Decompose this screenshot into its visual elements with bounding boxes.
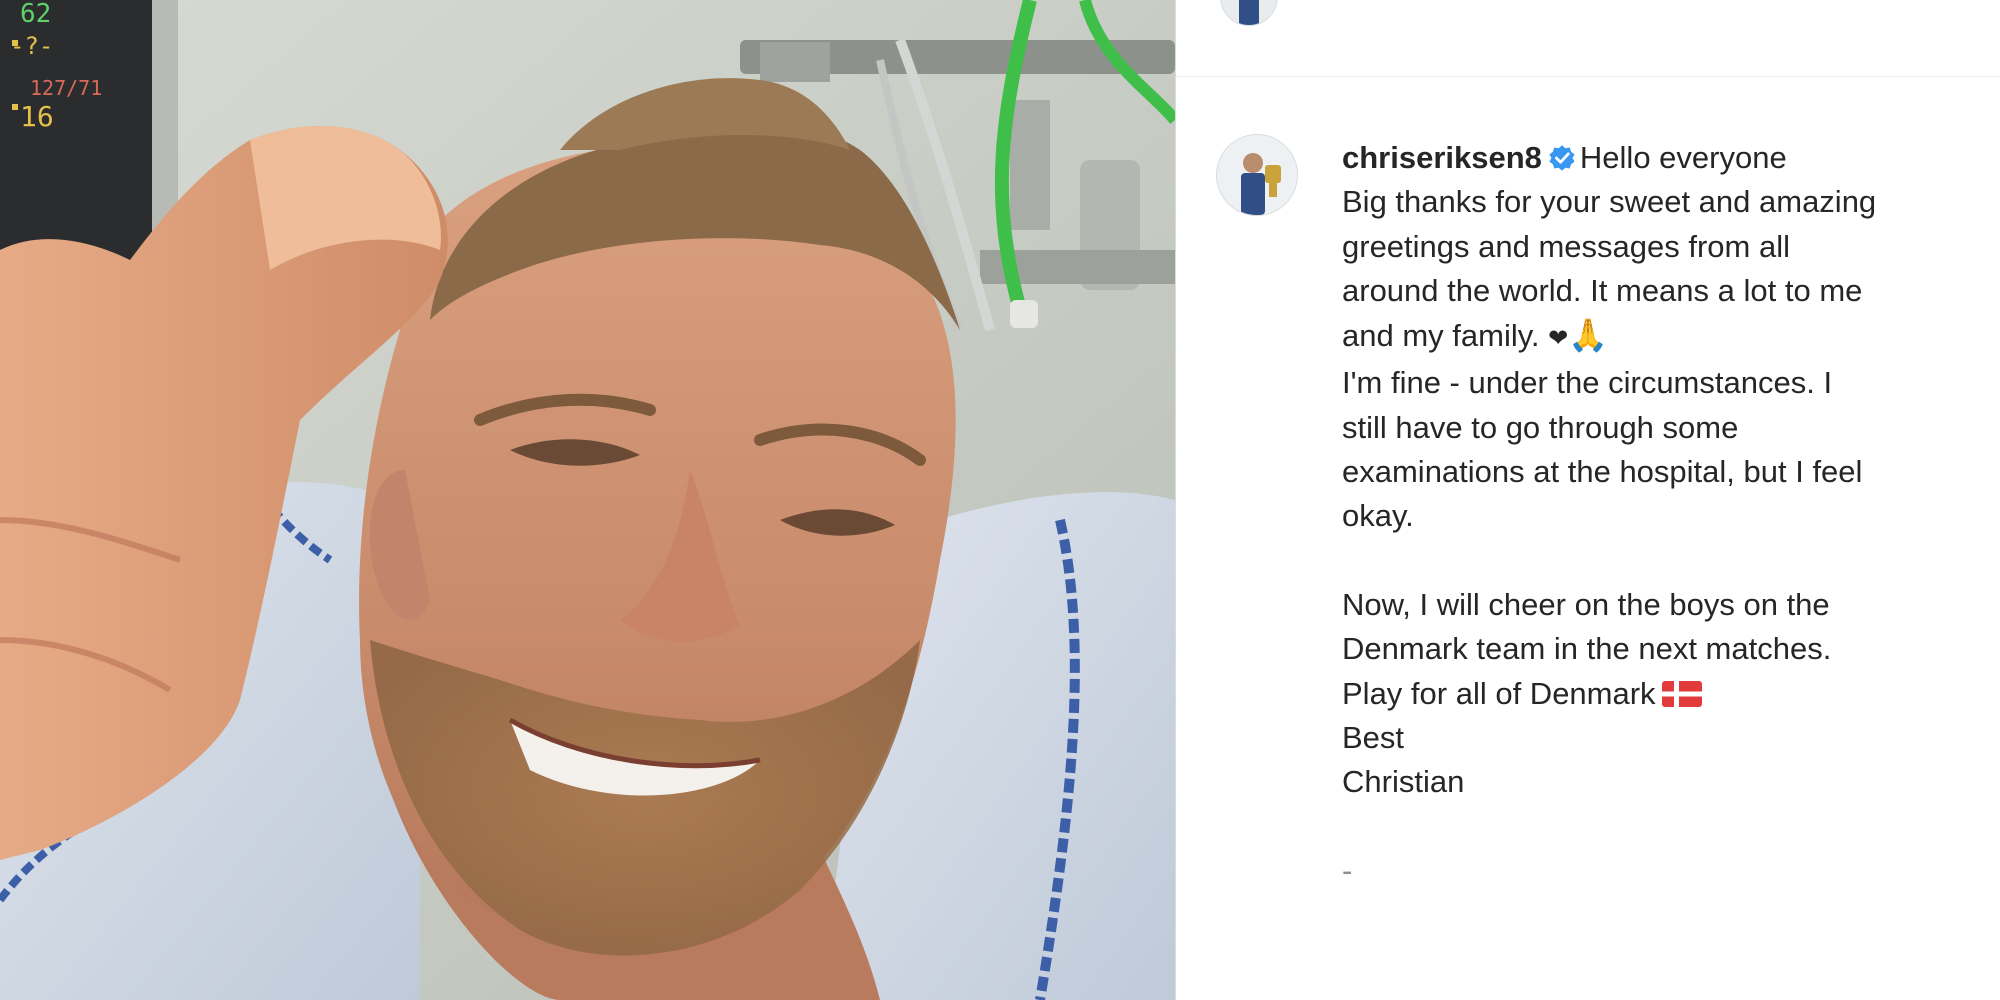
caption-text: - xyxy=(1342,852,1353,888)
verified-badge-icon xyxy=(1549,145,1575,171)
caption-text: okay. xyxy=(1342,498,1414,534)
caption-text: and my family. xyxy=(1342,318,1540,354)
caption-line-denmark: Play for all of Denmark xyxy=(1342,672,1982,716)
post-caption: chriseriksen8 Hello everyone Big thanks f… xyxy=(1342,136,1982,893)
caption-text: still have to go through some xyxy=(1342,409,1739,445)
caption-line-family: and my family. ❤🙏 xyxy=(1342,313,1982,361)
monitor-heart-rate: 62 xyxy=(20,0,51,29)
post-photo[interactable]: 62 -?- 127/71 16 xyxy=(0,0,1175,1000)
caption-text: Big thanks for your sweet and amazing xyxy=(1342,184,1877,220)
caption-text: I'm fine - under the circumstances. I xyxy=(1342,365,1833,401)
caption-text: Now, I will cheer on the boys on the xyxy=(1342,586,1830,622)
caption-avatar[interactable] xyxy=(1216,134,1298,216)
denmark-flag-icon xyxy=(1661,680,1702,707)
monitor-blood-pressure: 127/71 xyxy=(30,76,102,100)
pray-emoji: 🙏 xyxy=(1568,317,1609,354)
selfie-image: 62 -?- 127/71 16 xyxy=(0,0,1175,1000)
caption-text: Hello everyone xyxy=(1579,140,1787,175)
caption-text: Denmark team in the next matches. xyxy=(1342,631,1832,667)
header-avatar[interactable] xyxy=(1220,0,1278,26)
caption-text: examinations at the hospital, but I feel xyxy=(1342,454,1863,490)
post-header xyxy=(1176,0,2000,77)
monitor-resp-rate: 16 xyxy=(20,100,54,133)
caption-text: Play for all of Denmark xyxy=(1342,675,1656,711)
caption-text: Christian xyxy=(1342,764,1465,800)
caption-line-1: chriseriksen8 Hello everyone xyxy=(1342,136,1982,180)
caption-text: around the world. It means a lot to me xyxy=(1342,272,1863,308)
caption-text: Best xyxy=(1342,719,1405,755)
heart-emoji: ❤ xyxy=(1548,325,1569,353)
username-link[interactable]: chriseriksen8 xyxy=(1342,140,1542,175)
post-details-panel: chriseriksen8 Hello everyone Big thanks f… xyxy=(1175,0,2000,1000)
caption-text: greetings and messages from all xyxy=(1342,228,1791,264)
